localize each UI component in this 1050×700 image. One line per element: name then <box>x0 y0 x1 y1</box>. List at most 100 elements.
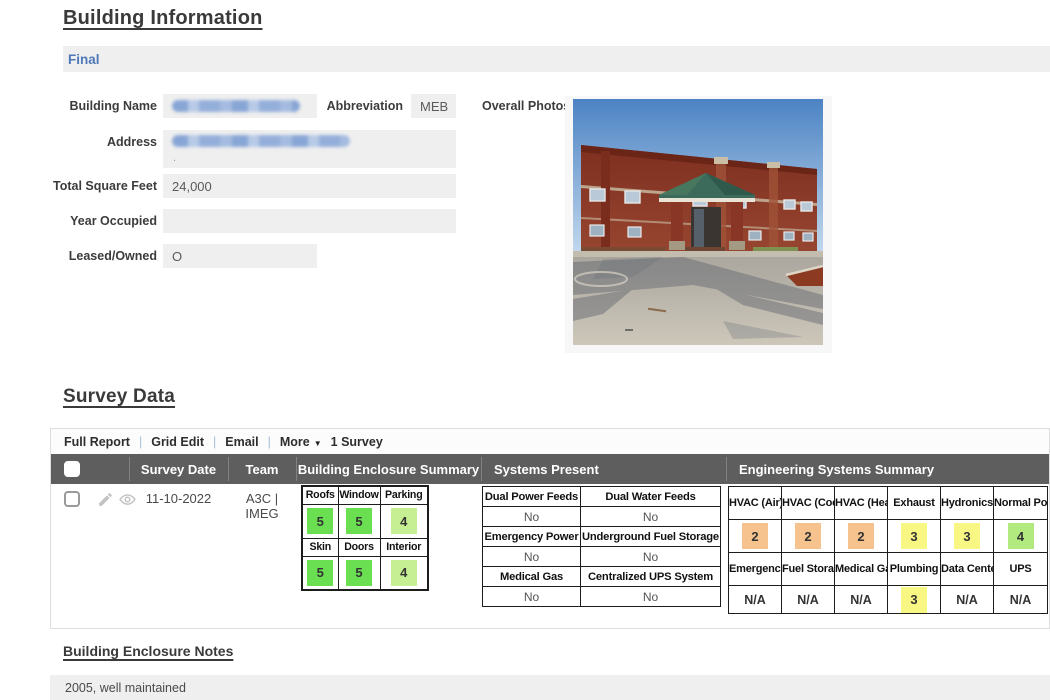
total-sqft-label: Total Square Feet <box>40 174 157 198</box>
toolbar-separator: | <box>268 435 271 449</box>
system-label: Medical Gas <box>483 567 581 587</box>
engineering-label: HVAC (Cooling) <box>782 487 835 520</box>
engineering-label: Data Center <box>941 553 994 586</box>
redacted-address <box>172 135 350 147</box>
score-box: 2 <box>742 523 768 549</box>
system-label: Emergency Power <box>483 527 581 547</box>
col-team[interactable]: Team <box>228 454 296 484</box>
engineering-score-cell: N/A <box>835 586 888 614</box>
system-value: No <box>483 587 581 607</box>
engineering-label: Exhaust <box>888 487 941 520</box>
toolbar-separator: | <box>213 435 216 449</box>
status-badge: Final <box>68 52 100 67</box>
enclosure-score-cell: 5 <box>302 504 338 538</box>
engineering-score-cell: 4 <box>994 520 1048 553</box>
score-box: 3 <box>901 523 927 549</box>
engineering-score-cell: N/A <box>729 586 782 614</box>
score-box: 5 <box>307 560 333 586</box>
system-label: Dual Water Feeds <box>581 487 721 507</box>
system-value: No <box>483 547 581 567</box>
system-label: Dual Power Feeds <box>483 487 581 507</box>
enclosure-label: Window <box>338 486 380 504</box>
row-team: A3C | IMEG <box>228 491 296 521</box>
building-photo[interactable] <box>573 99 823 345</box>
select-all-checkbox[interactable] <box>64 461 80 477</box>
grid-edit-button[interactable]: Grid Edit <box>151 435 204 449</box>
more-menu-button[interactable]: More▼ <box>280 435 322 449</box>
table-row: 11-10-2022 A3C | IMEG Roofs Window Parki… <box>51 484 1049 628</box>
building-name-field[interactable] <box>163 94 317 118</box>
engineering-label: HVAC (Heating) <box>835 487 888 520</box>
score-box: 2 <box>795 523 821 549</box>
building-name-label: Building Name <box>40 94 157 118</box>
engineering-score-cell: 2 <box>729 520 782 553</box>
overall-photos-label: Overall Photos <box>482 94 572 118</box>
engineering-score-cell: 3 <box>888 520 941 553</box>
engineering-score-cell: N/A <box>994 586 1048 614</box>
enclosure-score-cell: 5 <box>338 504 380 538</box>
enclosure-score-cell: 5 <box>302 556 338 590</box>
overall-photos-frame <box>565 96 832 353</box>
system-value: No <box>483 507 581 527</box>
systems-present-table: Dual Power Feeds Dual Water Feeds No No … <box>482 486 721 607</box>
email-button[interactable]: Email <box>225 435 258 449</box>
system-label: Centralized UPS System <box>581 567 721 587</box>
enclosure-label: Doors <box>338 538 380 556</box>
toolbar-separator: | <box>139 435 142 449</box>
engineering-label: Normal Power <box>994 487 1048 520</box>
enclosure-label: Interior <box>380 538 428 556</box>
status-bar: Final <box>63 46 1050 72</box>
select-all-cell <box>51 454 129 484</box>
engineering-score-cell: 2 <box>782 520 835 553</box>
engineering-score-cell: N/A <box>782 586 835 614</box>
col-survey-date[interactable]: Survey Date <box>129 454 228 484</box>
enclosure-score-cell: 4 <box>380 556 428 590</box>
enclosure-label: Roofs <box>302 486 338 504</box>
enclosure-summary-table: Roofs Window Parking 5 5 4 Skin Doors In… <box>301 485 429 591</box>
survey-table: Full Report | Grid Edit | Email | More▼ … <box>50 428 1050 629</box>
col-systems-present[interactable]: Systems Present <box>481 454 726 484</box>
chevron-down-icon: ▼ <box>314 439 322 448</box>
survey-count: 1 Survey <box>331 435 383 449</box>
total-sqft-field[interactable]: 24,000 <box>163 174 456 198</box>
score-box: 4 <box>391 508 417 534</box>
full-report-button[interactable]: Full Report <box>64 435 130 449</box>
score-box: 3 <box>901 587 927 613</box>
score-box: 5 <box>346 508 372 534</box>
year-occupied-label: Year Occupied <box>40 209 157 233</box>
building-enclosure-notes-title: Building Enclosure Notes <box>63 643 233 659</box>
engineering-label: Medical Gas <box>835 553 888 586</box>
address-field[interactable]: . <box>163 130 456 168</box>
engineering-score-cell: 3 <box>888 586 941 614</box>
col-enclosure-summary[interactable]: Building Enclosure Summary <box>296 454 481 484</box>
address-second-line: . <box>173 152 176 164</box>
engineering-label: Fuel Storage <box>782 553 835 586</box>
abbreviation-field[interactable]: MEB <box>411 94 456 118</box>
engineering-label: Emergency Power <box>729 553 782 586</box>
system-label: Underground Fuel Storage <box>581 527 721 547</box>
engineering-score-cell: 2 <box>835 520 888 553</box>
engineering-label: Hydronics <box>941 487 994 520</box>
col-engineering-summary[interactable]: Engineering Systems Summary <box>726 454 1049 484</box>
row-survey-date[interactable]: 11-10-2022 <box>129 491 228 506</box>
score-box: 5 <box>307 508 333 534</box>
enclosure-label: Parking <box>380 486 428 504</box>
address-label: Address <box>40 130 157 154</box>
system-value: No <box>581 507 721 527</box>
score-box: 2 <box>848 523 874 549</box>
engineering-summary-table: HVAC (Air) HVAC (Cooling) HVAC (Heating)… <box>728 486 1048 614</box>
table-header-row: Survey Date Team Building Enclosure Summ… <box>51 454 1049 484</box>
score-box: 3 <box>954 523 980 549</box>
engineering-score-cell: N/A <box>941 586 994 614</box>
survey-toolbar: Full Report | Grid Edit | Email | More▼ … <box>51 429 1049 454</box>
row-checkbox[interactable] <box>64 491 80 507</box>
engineering-label: HVAC (Air) <box>729 487 782 520</box>
engineering-score-cell: 3 <box>941 520 994 553</box>
building-enclosure-notes-value: 2005, well maintained <box>50 675 1050 700</box>
edit-pencil-icon[interactable] <box>97 491 114 508</box>
system-value: No <box>581 587 721 607</box>
leased-owned-field[interactable]: O <box>163 244 317 268</box>
year-occupied-field[interactable] <box>163 209 456 233</box>
system-value: No <box>581 547 721 567</box>
engineering-label: UPS <box>994 553 1048 586</box>
